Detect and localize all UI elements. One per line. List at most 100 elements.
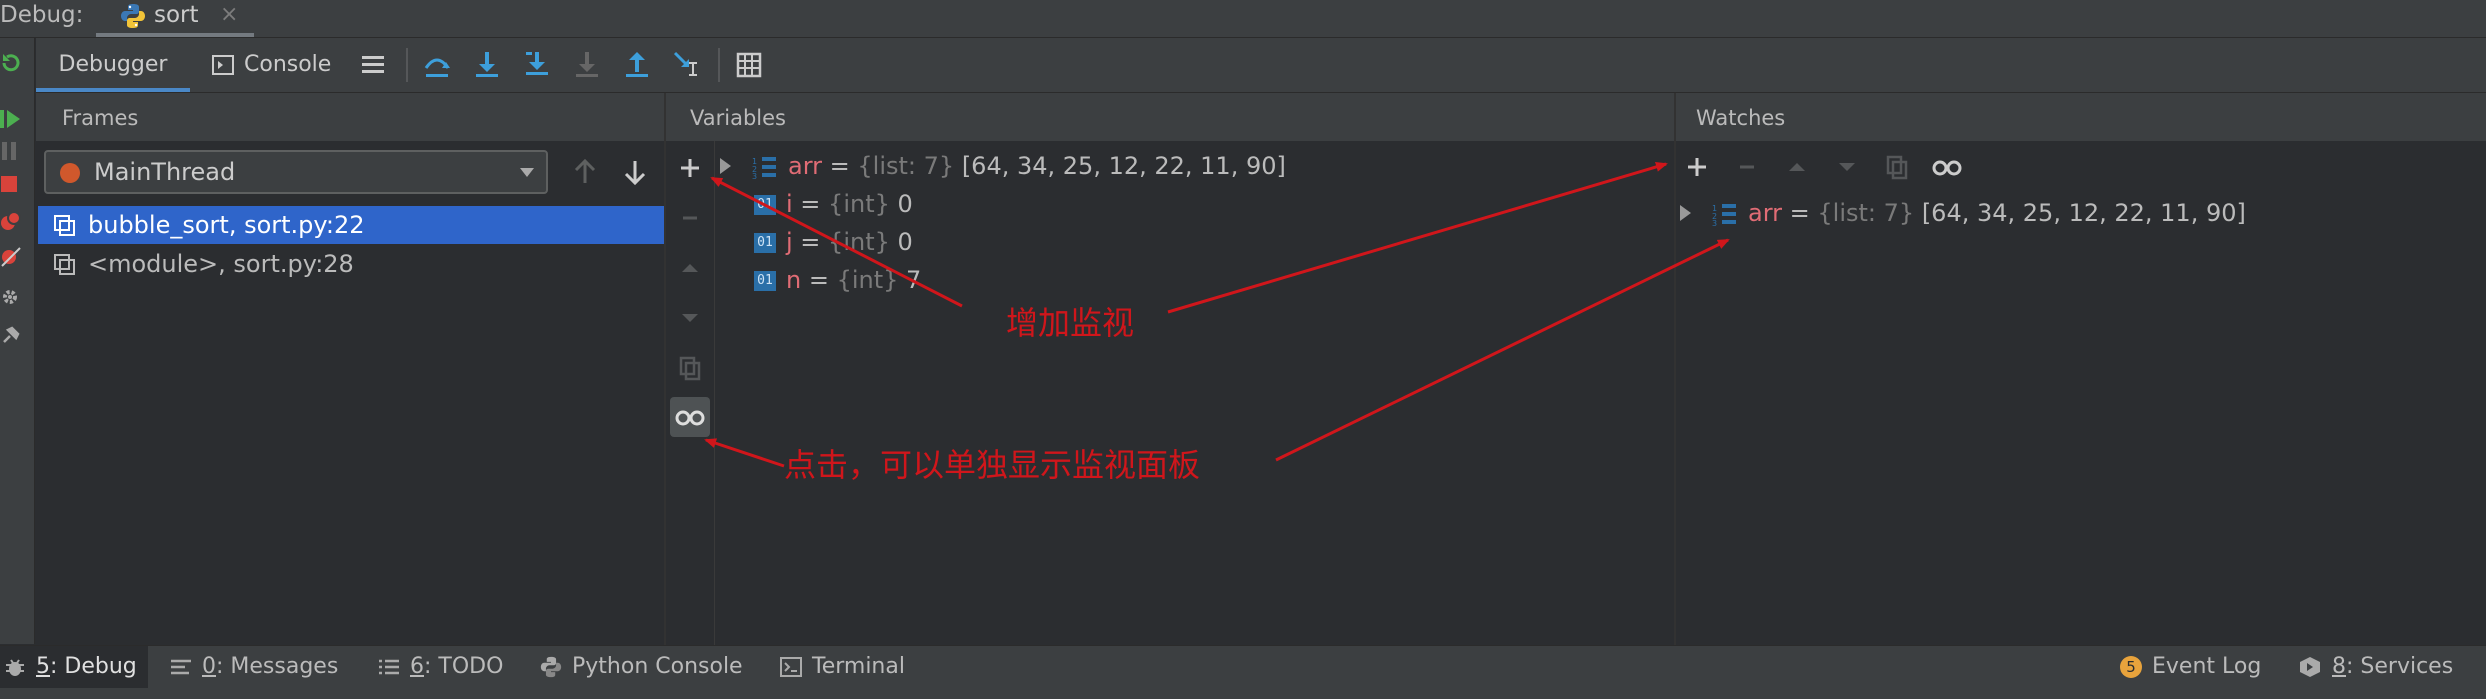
variable-value: 0 [889, 190, 913, 218]
python-icon [540, 656, 562, 678]
pin-icon[interactable] [0, 324, 22, 346]
remove-watch-minus-icon[interactable] [1732, 152, 1762, 182]
frame-stack-icon [54, 215, 75, 236]
event-log-label: Event Log [2152, 654, 2262, 679]
chevron-down-icon [520, 168, 534, 177]
debug-title-bar [0, 0, 2486, 38]
annotation-add-watch: 增加监视 [1006, 304, 1135, 342]
expand-arrow-icon[interactable] [1680, 205, 1691, 221]
frame-row[interactable]: <module>, sort.py:28 [38, 245, 664, 283]
variable-value: 7 [898, 266, 922, 294]
tab-active-indicator [36, 88, 190, 92]
watch-name: arr [1748, 199, 1783, 227]
step-over-icon[interactable] [422, 50, 452, 80]
frame-row[interactable]: bubble_sort, sort.py:22 [38, 206, 664, 244]
variable-row-j[interactable]: 01 j = {int} 0 [754, 223, 913, 261]
rerun-icon[interactable] [0, 52, 22, 74]
view-breakpoints-icon[interactable] [0, 210, 22, 232]
watches-panel-header: Watches [1676, 93, 2486, 141]
previous-frame-arrow-up-icon[interactable] [572, 158, 598, 186]
console-icon [212, 55, 234, 75]
move-up-icon[interactable] [1782, 152, 1812, 182]
close-icon[interactable]: × [220, 0, 238, 30]
add-watch-plus-icon[interactable] [1682, 152, 1712, 182]
debug-left-toolbar [0, 38, 35, 644]
frame-stack-icon [54, 254, 75, 275]
bug-icon [6, 659, 24, 676]
copy-icon[interactable] [675, 353, 705, 383]
tool-window-services[interactable]: 8: Services [2298, 646, 2453, 688]
remove-minus-icon[interactable] [675, 203, 705, 233]
move-down-icon[interactable] [1832, 152, 1862, 182]
tab-debugger[interactable]: Debugger [36, 38, 190, 92]
frames-panel-header: Frames [36, 93, 664, 141]
variable-value: [64, 34, 25, 12, 22, 11, 90] [954, 152, 1286, 180]
svg-text:3: 3 [1712, 219, 1717, 227]
tab-debugger-label: Debugger [58, 52, 168, 77]
stop-icon[interactable] [0, 174, 22, 196]
services-shortcut-number: 8 [2332, 654, 2346, 679]
panel-divider[interactable] [1674, 93, 1676, 645]
tab-active-indicator [96, 33, 254, 37]
expand-arrow-icon[interactable] [720, 158, 731, 174]
tool-window-messages[interactable]: 0: Messages [170, 646, 338, 688]
thread-selector-value: MainThread [94, 158, 236, 186]
glasses-icon[interactable] [1932, 152, 1962, 182]
tab-sort[interactable]: sort × [96, 0, 254, 37]
show-execution-point-icon[interactable] [358, 50, 388, 80]
tab-console[interactable]: Console [212, 38, 382, 92]
tool-window-todo[interactable]: 6: TODO [378, 646, 503, 688]
move-down-icon[interactable] [675, 303, 705, 333]
glasses-icon [675, 410, 705, 426]
debug-label: : Debug [50, 654, 137, 679]
tool-window-python-console[interactable]: Python Console [540, 646, 743, 688]
thread-status-icon [60, 163, 80, 183]
frame-row-label: bubble_sort, sort.py:22 [88, 211, 365, 239]
services-icon [2300, 657, 2320, 677]
equals-sign: = [822, 152, 858, 180]
resume-icon[interactable] [0, 108, 22, 130]
variable-row-i[interactable]: 01 i = {int} 0 [754, 185, 913, 223]
pause-icon[interactable] [0, 140, 22, 162]
equals-sign: = [1782, 199, 1818, 227]
run-to-cursor-icon[interactable] [672, 50, 702, 80]
force-step-into-icon[interactable] [572, 50, 602, 80]
variables-side-toolbar [666, 141, 715, 645]
tool-window-debug[interactable]: 5: Debug [0, 646, 148, 688]
watches-title: Watches [1696, 106, 1786, 130]
list-type-icon: 123 [752, 157, 776, 180]
tool-window-terminal[interactable]: Terminal [780, 646, 905, 688]
next-frame-arrow-down-icon[interactable] [622, 158, 648, 186]
variable-row-n[interactable]: 01 n = {int} 7 [754, 261, 921, 299]
step-out-icon[interactable] [622, 50, 652, 80]
watch-row-arr[interactable]: arr = {list: 7} [64, 34, 25, 12, 22, 11,… [1748, 194, 2246, 232]
terminal-label: Terminal [812, 654, 905, 679]
show-watches-toggle[interactable] [670, 397, 710, 437]
event-log-badge: 5 [2120, 656, 2142, 678]
int-type-icon: 01 [754, 271, 776, 291]
variable-type: {int} [828, 190, 890, 218]
variable-row-arr[interactable]: arr = {list: 7} [64, 34, 25, 12, 22, 11,… [788, 147, 1286, 185]
mute-breakpoints-icon[interactable] [0, 246, 22, 268]
move-up-icon[interactable] [675, 253, 705, 283]
copy-icon[interactable] [1882, 152, 1912, 182]
variables-panel-header: Variables [666, 93, 1686, 141]
equals-sign: = [792, 190, 829, 218]
variables-title: Variables [690, 106, 786, 130]
bottom-tool-window-bar: 5: Debug 0: Messages 6: TODO Python Cons… [0, 645, 2486, 699]
settings-gear-icon[interactable] [0, 286, 22, 308]
messages-icon [171, 659, 191, 675]
tab-sort-label: sort [154, 2, 199, 28]
step-into-icon[interactable] [472, 50, 502, 80]
thread-selector[interactable]: MainThread [44, 150, 548, 194]
evaluate-expression-icon[interactable] [734, 50, 764, 80]
tab-console-label: Console [244, 52, 332, 77]
variable-name: arr [788, 152, 823, 180]
svg-text:3: 3 [752, 172, 757, 180]
step-into-my-code-icon[interactable] [522, 50, 552, 80]
tool-window-event-log[interactable]: 5 Event Log [2120, 646, 2261, 688]
equals-sign: = [792, 228, 829, 256]
add-watch-plus-icon[interactable] [675, 153, 705, 183]
messages-label: : Messages [216, 654, 339, 679]
debug-window-label: Debug: [0, 2, 84, 28]
